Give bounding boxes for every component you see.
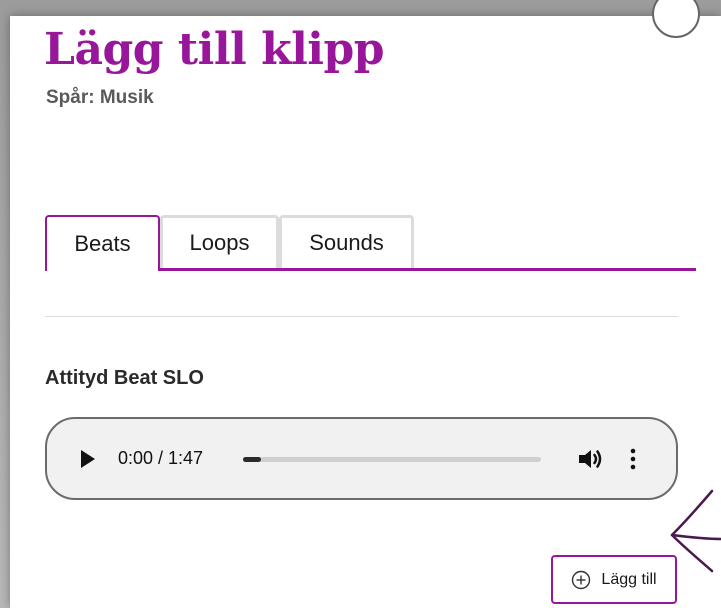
tab-bar: Beats Loops Sounds	[45, 215, 696, 271]
time-readout: 0:00 / 1:47	[118, 448, 204, 468]
progress-fill	[243, 457, 261, 462]
add-clip-button-label: Lägg till	[601, 570, 657, 588]
dialog-title: Lägg till klipp	[44, 24, 385, 75]
clip-title: Attityd Beat SLO	[45, 367, 204, 389]
volume-icon[interactable]	[577, 447, 603, 471]
divider	[45, 316, 678, 317]
add-clip-dialog: Lägg till klipp Spår: Musik Beats Loops …	[10, 0, 721, 608]
tab-beats[interactable]: Beats	[45, 215, 160, 271]
audio-player: 0:00 / 1:47	[45, 417, 678, 500]
screen: Lägg till klipp Spår: Musik Beats Loops …	[0, 0, 721, 608]
tab-loops[interactable]: Loops	[160, 215, 279, 268]
progress-slider[interactable]	[243, 457, 541, 462]
dialog-subtitle: Spår: Musik	[46, 87, 154, 108]
plus-circle-icon	[572, 570, 591, 589]
tab-sounds[interactable]: Sounds	[279, 215, 414, 268]
play-icon[interactable]	[81, 450, 95, 468]
more-vertical-icon[interactable]	[628, 447, 638, 471]
close-button[interactable]	[652, 0, 700, 38]
add-clip-button[interactable]: Lägg till	[551, 555, 677, 604]
